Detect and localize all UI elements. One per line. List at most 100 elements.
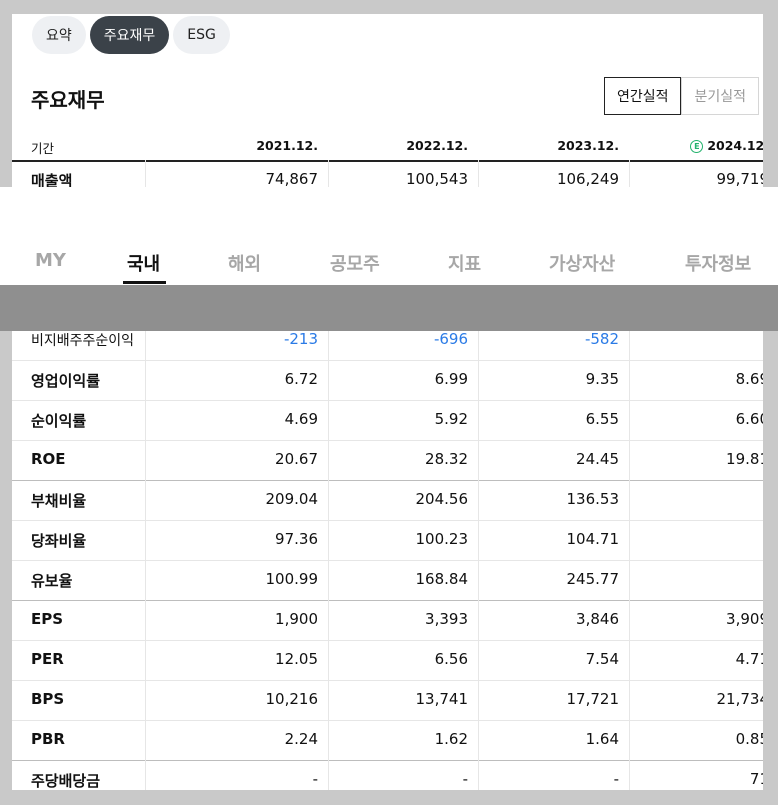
cell-value: 6.55	[585, 410, 619, 428]
column-divider	[145, 720, 146, 760]
column-divider	[145, 640, 146, 680]
estimate-icon: E	[690, 140, 704, 153]
nav-indicators[interactable]: 지표	[448, 250, 481, 276]
quarterly-button[interactable]: 분기실적	[681, 77, 759, 115]
cell-value: 3,846	[576, 610, 619, 628]
column-divider	[328, 720, 329, 760]
cell-value: -	[462, 770, 468, 788]
table-row: 부채비율 209.04 204.56 136.53 -	[12, 480, 763, 521]
column-divider	[145, 360, 146, 400]
table-row: PER 12.05 6.56 7.54 4.71	[12, 640, 763, 681]
cell-value: 2.24	[284, 730, 318, 748]
row-label: 유보율	[31, 572, 73, 590]
column-divider	[145, 760, 146, 790]
row-label: EPS	[31, 610, 64, 628]
cell-value: 20.67	[275, 450, 318, 468]
cell-value: 10,216	[265, 690, 319, 708]
cell-value: 19.81	[726, 450, 763, 468]
tab-key-financials[interactable]: 주요재무	[89, 16, 170, 54]
cell-value: 100,543	[405, 170, 468, 188]
column-divider	[629, 600, 630, 640]
table-row: 당좌비율 97.36 100.23 104.71 -	[12, 520, 763, 561]
cell-value: 4.69	[284, 410, 318, 428]
bottom-nav-overlay: MY 국내 해외 공모주 지표 가상자산 투자정보	[0, 187, 778, 285]
table-row: BPS 10,216 13,741 17,721 21,734	[12, 680, 763, 721]
nav-ipo[interactable]: 공모주	[330, 250, 380, 276]
period-2024: E 2024.12.	[690, 138, 763, 153]
cell-value: 24.45	[576, 450, 619, 468]
column-divider	[328, 520, 329, 560]
period-2022: 2022.12.	[406, 138, 468, 153]
row-label: BPS	[31, 690, 65, 708]
cell-value: -	[649, 330, 763, 348]
annual-button[interactable]: 연간실적	[603, 77, 682, 115]
column-divider	[478, 400, 479, 440]
cell-value: 6.99	[434, 370, 468, 388]
column-divider	[629, 760, 630, 790]
row-label: 비지배주주순이익	[31, 333, 135, 349]
table-row: ROE 20.67 28.32 24.45 19.81	[12, 440, 763, 481]
cell-value: 6.60	[735, 410, 763, 428]
cell-value: 4.71	[735, 650, 763, 668]
table-row: 영업이익률 6.72 6.99 9.35 8.69	[12, 360, 763, 401]
table-row: 순이익률 4.69 5.92 6.55 6.60	[12, 400, 763, 441]
cell-value: 21,734	[716, 690, 764, 708]
column-divider	[478, 640, 479, 680]
cell-value: 12.05	[275, 650, 318, 668]
tab-summary[interactable]: 요약	[32, 16, 86, 54]
cell-value: 8.69	[735, 370, 763, 388]
nav-domestic[interactable]: 국내	[127, 250, 160, 276]
cell-value: 168.84	[415, 570, 469, 588]
column-divider	[478, 520, 479, 560]
row-label: PBR	[31, 730, 65, 748]
tab-esg[interactable]: ESG	[173, 16, 230, 54]
period-2023: 2023.12.	[557, 138, 619, 153]
column-divider	[629, 360, 630, 400]
table-row: PBR 2.24 1.62 1.64 0.85	[12, 720, 763, 761]
cell-value: 3,393	[425, 610, 468, 628]
column-divider	[629, 520, 630, 560]
header-label: 기간	[31, 141, 55, 156]
column-divider	[145, 400, 146, 440]
cell-value: 3,909	[726, 610, 763, 628]
cell-value: 9.35	[585, 370, 619, 388]
nav-overseas[interactable]: 해외	[228, 250, 261, 276]
column-divider	[328, 640, 329, 680]
row-label: 순이익률	[31, 412, 87, 430]
column-divider	[328, 760, 329, 790]
column-divider	[145, 680, 146, 720]
column-divider	[478, 720, 479, 760]
row-label: 부채비율	[31, 492, 87, 510]
column-divider	[478, 600, 479, 640]
column-divider	[328, 560, 329, 600]
period-2024-label: 2024.12.	[707, 138, 763, 153]
column-divider	[145, 480, 146, 520]
column-divider	[328, 680, 329, 720]
column-divider	[328, 480, 329, 520]
column-divider	[629, 440, 630, 480]
column-divider	[328, 360, 329, 400]
nav-investment-info[interactable]: 투자정보	[685, 250, 751, 276]
cell-value: 1.64	[585, 730, 619, 748]
column-divider	[629, 480, 630, 520]
cell-value: 1,900	[275, 610, 318, 628]
cell-value: -	[649, 490, 763, 508]
cell-value: 6.72	[284, 370, 318, 388]
row-label: 당좌비율	[31, 532, 87, 550]
column-divider	[629, 720, 630, 760]
column-divider	[478, 360, 479, 400]
table-row: EPS 1,900 3,393 3,846 3,909	[12, 600, 763, 641]
table-row: 주당배당금 - - - 71	[12, 760, 763, 790]
column-divider	[478, 760, 479, 790]
cell-value: 209.04	[265, 490, 319, 508]
column-divider	[478, 440, 479, 480]
cell-value: -	[613, 770, 619, 788]
row-label: ROE	[31, 450, 66, 468]
column-divider	[478, 480, 479, 520]
nav-my[interactable]: MY	[35, 250, 66, 271]
cell-value: 100.99	[265, 570, 319, 588]
cell-value: 1.62	[434, 730, 468, 748]
cell-value: -213	[283, 330, 318, 348]
nav-crypto[interactable]: 가상자산	[549, 250, 615, 276]
row-label: 영업이익률	[31, 372, 101, 390]
